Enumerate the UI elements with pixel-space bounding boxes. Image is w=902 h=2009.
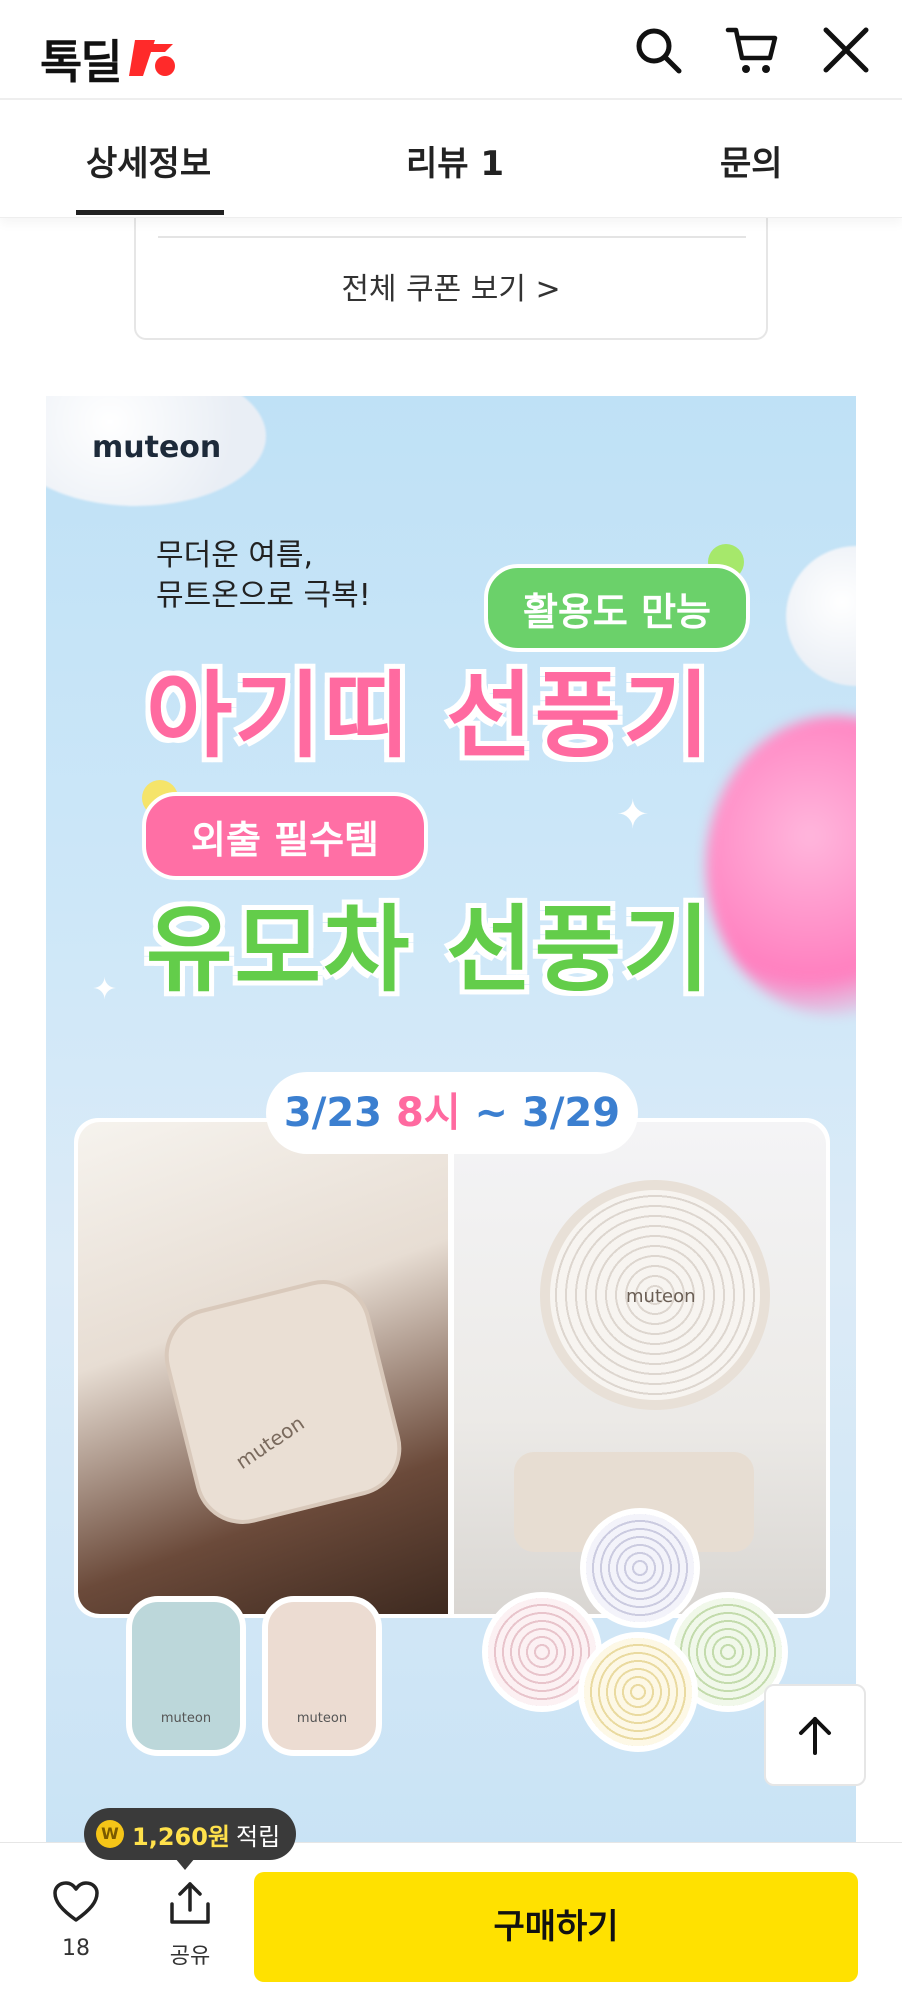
active-tab-indicator <box>76 210 224 215</box>
logo-percent-icon <box>125 36 179 82</box>
coupon-divider <box>158 236 746 238</box>
detail-tabs: 상세정보 리뷰 1 문의 <box>0 100 902 218</box>
tab-inquiry[interactable]: 문의 <box>720 136 783 185</box>
case-brand-label: muteon <box>160 1711 212 1726</box>
badge-outing-essential: 외출 필수템 <box>142 792 428 880</box>
tagline-line1: 무더운 여름, <box>156 538 314 573</box>
clip-fan-brand-label: muteon <box>626 1286 696 1307</box>
sparkle-icon: ✦ <box>92 972 118 1007</box>
buy-button[interactable]: 구매하기 <box>254 1872 858 1982</box>
pink-balloon-decoration <box>706 716 856 1016</box>
points-amount: 1,260원 <box>132 1822 230 1851</box>
sparkle-icon: ✦ <box>616 792 650 838</box>
like-count: 18 <box>62 1936 90 1961</box>
neck-fan-blue: muteon <box>126 1596 246 1756</box>
tagline-line2: 뮤트온으로 극복! <box>156 578 371 613</box>
date-start: 3/23 <box>283 1090 383 1136</box>
points-reward-tooltip: W 1,260원 적립 <box>84 1808 297 1860</box>
share-label: 공유 <box>169 1944 211 1969</box>
app-logo[interactable]: 톡딜 <box>40 26 179 92</box>
badge-versatile: 활용도 만능 <box>484 564 750 652</box>
headline-stroller-fan: 유모차 선풍기 <box>146 896 712 1005</box>
tooltip-arrow <box>175 1858 195 1870</box>
share-icon <box>170 1882 210 1924</box>
coin-icon: W <box>96 1820 124 1848</box>
brand-logo: muteon <box>92 430 222 465</box>
tab-detail-info[interactable]: 상세정보 <box>86 136 211 185</box>
date-time: 8시 <box>395 1090 461 1136</box>
sale-period-badge: 3/23 8시 ~ 3/29 <box>266 1072 638 1154</box>
tab-reviews[interactable]: 리뷰 1 <box>406 136 504 185</box>
product-promo-banner: muteon 무더운 여름, 뮤트온으로 극복! 활용도 만능 아기띠 선풍기 … <box>46 396 856 1846</box>
neck-fan-brand-label: muteon <box>231 1410 309 1474</box>
heart-icon <box>53 1881 99 1922</box>
points-suffix: 적립 <box>236 1822 281 1851</box>
search-icon[interactable] <box>630 22 686 78</box>
coupon-box: 전체 쿠폰 보기 > <box>134 200 768 340</box>
share-button[interactable]: 공유 <box>158 1880 222 1970</box>
mini-fan-yellow <box>578 1632 698 1752</box>
case-brand-label: muteon <box>296 1711 348 1726</box>
logo-text: 톡딜 <box>40 35 123 89</box>
arrow-up-icon <box>799 1717 831 1755</box>
scroll-to-top-button[interactable] <box>764 1684 866 1786</box>
date-separator: ~ <box>474 1090 522 1136</box>
date-end: 3/29 <box>521 1090 621 1136</box>
view-all-coupons-link[interactable]: 전체 쿠폰 보기 > <box>136 264 766 308</box>
cart-icon[interactable] <box>724 22 780 78</box>
neck-fan-photo: muteon <box>78 1122 448 1614</box>
headline-baby-carrier-fan: 아기띠 선풍기 <box>146 662 712 771</box>
top-header: 톡딜 <box>0 0 902 100</box>
like-button[interactable]: 18 <box>44 1880 108 1961</box>
neck-fan-image: muteon <box>154 1269 412 1535</box>
product-photo-frame: muteon muteon <box>74 1118 830 1618</box>
neck-fan-beige: muteon <box>262 1596 382 1756</box>
banner-tagline: 무더운 여름, 뮤트온으로 극복! <box>156 536 371 616</box>
product-detail-page: { "header": { "logo_text": "톡딜", "icons"… <box>0 0 902 2009</box>
cloud-decoration <box>786 546 856 686</box>
close-icon[interactable] <box>818 22 874 78</box>
mini-fan-lavender <box>580 1508 700 1628</box>
